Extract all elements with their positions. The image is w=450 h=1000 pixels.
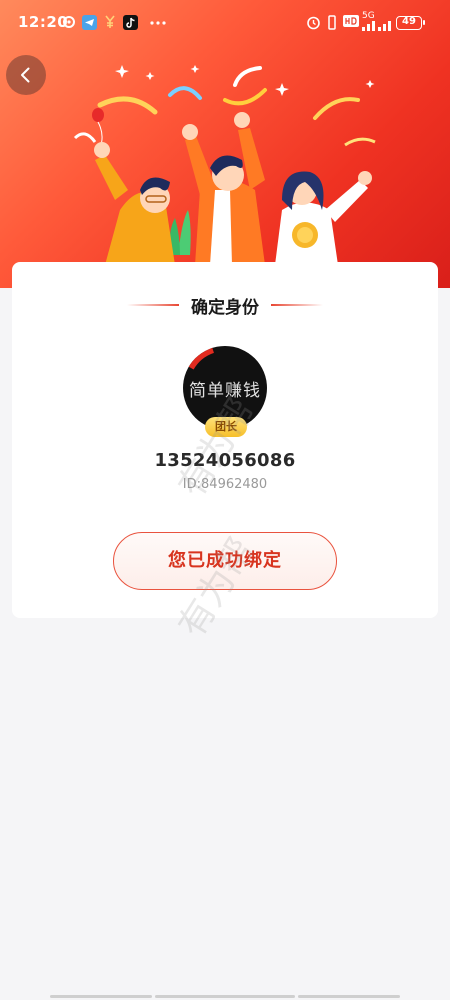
hd-icon <box>343 15 359 27</box>
signal-icon <box>362 21 391 31</box>
header-banner: 12:20 5G 49 <box>0 0 450 288</box>
user-id: ID:84962480 <box>182 477 268 492</box>
card-title: 确定身份 <box>191 297 259 318</box>
tiktok-icon <box>123 15 138 30</box>
battery-indicator: 49 <box>396 16 425 30</box>
status-time: 12:20 <box>18 13 69 31</box>
phone-number: 13524056086 <box>154 450 296 471</box>
celebration-illustration <box>73 65 376 265</box>
role-badge: 团长 <box>205 417 247 437</box>
back-button[interactable] <box>6 55 46 95</box>
settings-icon <box>63 16 75 28</box>
more-notifications-icon <box>150 21 166 25</box>
status-bar: 12:20 5G 49 <box>0 8 450 36</box>
battery-tip <box>423 20 425 25</box>
chevron-left-icon <box>21 67 30 83</box>
title-decor-right <box>271 304 323 306</box>
vibrate-icon <box>328 15 336 30</box>
nav-handle-right <box>298 995 400 998</box>
yuan-icon <box>105 15 115 28</box>
card-title-row: 确定身份 <box>12 292 438 318</box>
avatar-text: 简单赚钱 <box>189 381 261 401</box>
nav-handle-center <box>155 995 295 998</box>
identity-card: 确定身份 简单赚钱 团长 13524056086 ID:84962480 您已成… <box>12 262 438 618</box>
bind-status-button[interactable]: 您已成功绑定 <box>113 532 337 590</box>
alarm-icon <box>307 16 320 30</box>
nav-handle-left <box>50 995 152 998</box>
battery-level: 49 <box>402 16 416 27</box>
title-decor-left <box>127 304 179 306</box>
telegram-icon <box>82 15 97 30</box>
